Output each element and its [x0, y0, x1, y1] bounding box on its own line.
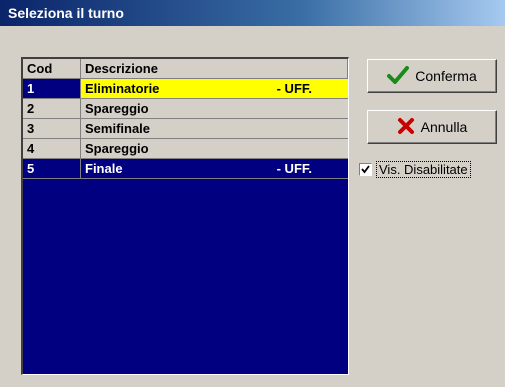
check-icon	[387, 65, 410, 87]
confirm-button-label: Conferma	[415, 68, 477, 84]
header-cod[interactable]: Cod	[23, 59, 81, 78]
table-row[interactable]: 3 Semifinale	[23, 119, 348, 139]
row-descrizione-text: Finale	[85, 161, 123, 176]
cancel-button[interactable]: Annulla	[367, 110, 497, 144]
row-descrizione: Spareggio	[81, 99, 348, 118]
row-cod: 5	[23, 159, 81, 178]
row-descrizione: Eliminatorie - UFF.	[81, 79, 348, 98]
row-descrizione: Semifinale	[81, 119, 348, 138]
row-descrizione: Spareggio	[81, 139, 348, 158]
table-row[interactable]: 2 Spareggio	[23, 99, 348, 119]
header-descrizione[interactable]: Descrizione	[81, 59, 348, 78]
row-descrizione-text: Spareggio	[85, 141, 149, 156]
confirm-button[interactable]: Conferma	[367, 59, 497, 93]
row-descrizione: Finale - UFF.	[81, 159, 348, 178]
row-tag: - UFF.	[276, 161, 312, 176]
row-cod: 4	[23, 139, 81, 158]
window-title: Seleziona il turno	[0, 0, 505, 26]
x-icon	[397, 117, 415, 138]
table-row[interactable]: 5 Finale - UFF.	[23, 159, 348, 179]
table-row[interactable]: 4 Spareggio	[23, 139, 348, 159]
table-header: Cod Descrizione	[23, 59, 348, 79]
vis-disabilitate-checkbox[interactable]	[359, 163, 372, 176]
row-tag: - UFF.	[276, 81, 312, 96]
row-descrizione-text: Semifinale	[85, 121, 151, 136]
vis-disabilitate-toggle[interactable]: Vis. Disabilitate	[359, 161, 471, 178]
row-cod: 2	[23, 99, 81, 118]
vis-disabilitate-label: Vis. Disabilitate	[376, 161, 471, 178]
row-descrizione-text: Eliminatorie	[85, 81, 160, 96]
row-descrizione-text: Spareggio	[85, 101, 149, 116]
table-row[interactable]: 1 Eliminatorie - UFF.	[23, 79, 348, 99]
row-cod: 3	[23, 119, 81, 138]
turni-table[interactable]: Cod Descrizione 1 Eliminatorie - UFF. 2 …	[21, 57, 349, 375]
row-cod: 1	[23, 79, 81, 98]
cancel-button-label: Annulla	[420, 119, 468, 135]
